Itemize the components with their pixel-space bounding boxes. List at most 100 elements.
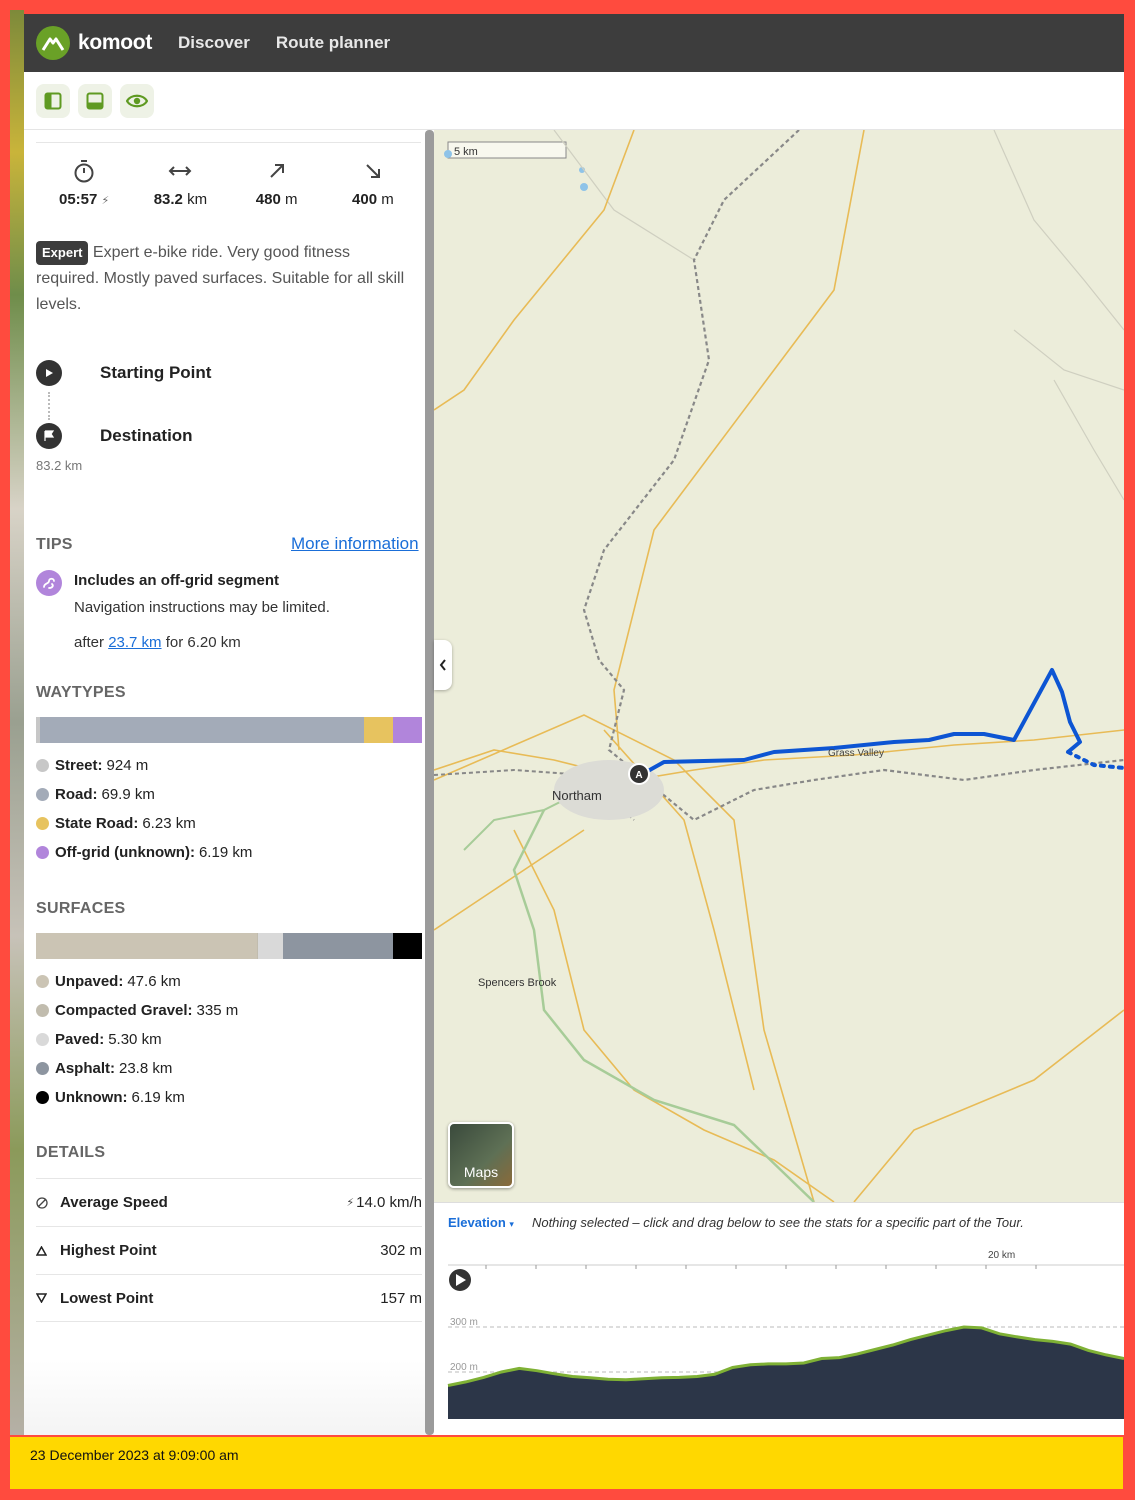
waytype-legend-label: State Road: [55,815,139,832]
waypoint-start[interactable]: Starting Point [36,360,211,386]
bottom-panel-icon [86,92,104,109]
surface-bar-segment[interactable] [283,933,394,959]
surface-legend-item[interactable]: Unknown: 6.19 km [36,1089,185,1106]
view-toolbar [24,72,1124,130]
top-navigation: komoot Discover Route planner [24,14,1124,72]
surface-legend-swatch [36,1062,49,1075]
surface-legend-label: Compacted Gravel: [55,1002,193,1019]
difficulty-description: Expert Expert e-bike ride. Very good fit… [36,240,416,318]
waytype-legend-label: Street: [55,757,103,774]
descent-value: 400 [352,191,378,208]
waytype-legend-item[interactable]: Road: 69.9 km [36,786,155,803]
scale-label: 5 km [454,146,478,158]
elevation-header: Elevation ▾ Nothing selected – click and… [448,1215,1024,1230]
km-ticks [485,1265,1037,1269]
triangle-up-icon [36,1245,60,1256]
route-line [638,668,1082,778]
waytype-legend-swatch [36,759,49,772]
surface-legend-item[interactable]: Paved: 5.30 km [36,1031,162,1048]
waypoint-distance: 83.2 km [36,458,83,473]
details-heading: DETAILS [36,1144,106,1161]
waytype-legend-swatch [36,846,49,859]
waytypes-bar[interactable] [36,717,422,743]
surface-legend-item[interactable]: Compacted Gravel: 335 m [36,1002,238,1019]
tour-sidebar: 05:57 ⚡ 83.2 km 480 m 400 m Expert Exper… [24,130,434,1435]
waypoint-destination-label: Destination [100,426,193,445]
waytype-bar-segment[interactable] [40,717,365,743]
arrow-up-right-icon [269,164,284,178]
komoot-logo[interactable]: komoot [36,26,152,60]
sidebar-fade [24,1360,434,1435]
distance-arrows-icon [168,166,192,176]
ebike-bolt-icon: ⚡ [346,1197,355,1209]
surface-bar-segment[interactable] [36,933,257,959]
ascent-value: 480 [255,191,281,208]
ascent-unit: m [284,191,298,208]
surface-legend-item[interactable]: Unpaved: 47.6 km [36,973,181,990]
detail-label: Lowest Point [60,1289,154,1307]
surface-legend-label: Unknown: [55,1089,128,1106]
surface-bar-segment[interactable] [393,933,422,959]
waypoint-start-label: Starting Point [100,363,212,382]
desktop-background [10,10,24,1435]
surfaces-bar[interactable] [36,933,422,959]
waytype-bar-segment[interactable] [393,717,422,743]
surface-legend-item[interactable]: Asphalt: 23.8 km [36,1060,172,1077]
difficulty-badge: Expert [36,241,89,265]
surface-legend-value: 47.6 km [127,973,181,990]
waytype-legend-item[interactable]: Street: 924 m [36,757,148,774]
triangle-down-icon [36,1293,60,1303]
distance-stat: 83.2 km [132,157,228,208]
sidebar-layout-icon [44,92,62,109]
detail-label: Average Speed [60,1194,168,1211]
map-only-view-button[interactable] [120,83,154,118]
tip-title: Includes an off-grid segment [74,572,280,589]
bottom-panel-layout-button[interactable] [78,83,112,118]
distance-unit: km [187,191,208,208]
descent-unit: m [381,191,394,208]
eye-icon [126,94,148,107]
surfaces-heading: SURFACES [36,900,126,917]
tip-after-prefix: after [74,634,105,651]
more-information-link[interactable]: More information [291,534,419,554]
tip-km-link[interactable]: 23.7 km [108,634,161,651]
map-view[interactable]: 5 km A Northam Grass Valley Spencers Bro… [434,130,1124,1202]
arrow-down-right-icon [366,164,380,178]
waytype-bar-segment[interactable] [364,717,394,743]
y-label-200: 200 m [450,1362,478,1373]
tip-location: after 23.7 km for 6.20 km [74,634,241,651]
tip-after-suffix: for 6.20 km [165,634,241,651]
collapse-sidebar-button[interactable] [434,640,452,690]
waytype-legend-item[interactable]: State Road: 6.23 km [36,815,196,832]
duration-value: 05:57 [58,191,98,208]
nav-route-planner[interactable]: Route planner [276,33,390,53]
map-layers-button[interactable]: Maps [448,1122,514,1188]
surface-bar-segment[interactable] [258,933,284,959]
chevron-left-icon [439,659,446,671]
distance-value: 83.2 [153,191,183,208]
place-spencers-brook: Spencers Brook [478,977,557,989]
km-label: 20 km [988,1250,1015,1261]
surface-legend-value: 23.8 km [119,1060,173,1077]
sidebar-layout-button[interactable] [36,83,70,118]
play-icon [36,360,62,386]
detail-lowest-point: Lowest Point 157 m [36,1274,422,1322]
elevation-chart[interactable]: 20 km 300 m 200 m [434,1241,1124,1435]
surface-legend-value: 5.30 km [108,1031,162,1048]
surface-legend-value: 6.19 km [131,1089,185,1106]
duration-stat: 05:57 ⚡ [36,157,132,208]
waypoint-destination[interactable]: Destination [36,423,193,449]
sidebar-scrollbar[interactable] [425,130,434,1435]
y-label-300: 300 m [450,1317,478,1328]
place-grass-valley: Grass Valley [828,748,884,759]
waytype-legend-value: 924 m [106,757,149,774]
nav-discover[interactable]: Discover [178,33,250,53]
caret-down-icon: ▾ [509,1219,514,1229]
stopwatch-icon [74,160,94,183]
ascent-stat: 480 m [229,157,325,208]
elevation-tab[interactable]: Elevation ▾ [448,1215,514,1230]
waytype-legend-swatch [36,817,49,830]
waytype-legend-item[interactable]: Off-grid (unknown): 6.19 km [36,844,252,861]
surface-legend-label: Asphalt: [55,1060,115,1077]
surface-legend-value: 335 m [196,1002,239,1019]
